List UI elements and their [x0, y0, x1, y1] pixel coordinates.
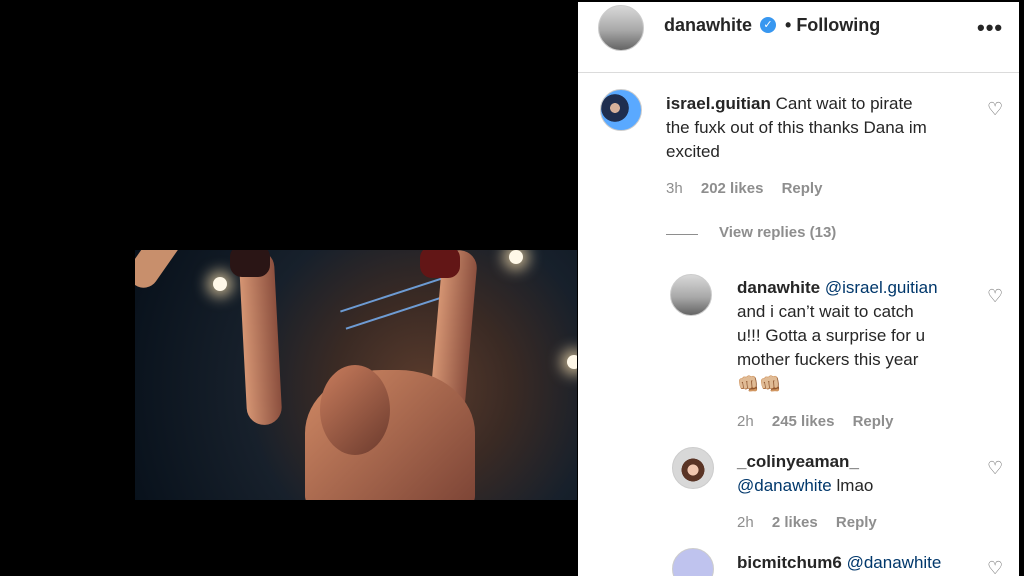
replies-divider: [666, 234, 698, 235]
comment-text: israel.guitian Cant wait to pirate the f…: [666, 94, 927, 161]
boxing-glove-left: [230, 250, 270, 277]
reply-mention[interactable]: @danawhite: [847, 553, 942, 572]
reply-avatar[interactable]: [670, 274, 712, 316]
reply-meta: 2h 245 likes Reply: [737, 413, 894, 430]
fist-bump-emoji-icon: 👊🏼👊🏼: [737, 374, 782, 394]
verified-badge-icon: ✓: [760, 17, 776, 33]
stage-light: [509, 250, 523, 264]
reply-mention[interactable]: @danawhite: [737, 476, 832, 495]
reply-avatar[interactable]: [672, 548, 714, 576]
boxing-glove-right: [420, 250, 460, 278]
reply-username[interactable]: _colinyeaman_: [737, 452, 859, 471]
post-image[interactable]: [135, 250, 577, 500]
header-username[interactable]: danawhite: [664, 15, 752, 36]
like-heart-icon[interactable]: ♡: [987, 287, 1003, 305]
reply-meta: 2h 2 likes Reply: [737, 514, 877, 531]
fighter-head: [320, 365, 390, 455]
post-header: danawhite ✓ • Following •••: [578, 2, 1019, 73]
comment-avatar[interactable]: [600, 89, 642, 131]
comment-meta: 3h 202 likes Reply: [666, 180, 822, 197]
instagram-comments-panel: danawhite ✓ • Following ••• israel.guiti…: [578, 2, 1019, 576]
reply-username[interactable]: bicmitchum6: [737, 553, 842, 572]
following-status[interactable]: • Following: [785, 15, 880, 36]
reply-mention[interactable]: @israel.guitian: [825, 278, 938, 297]
comment-username[interactable]: israel.guitian: [666, 94, 771, 113]
like-heart-icon[interactable]: ♡: [987, 559, 1003, 576]
reply-username[interactable]: danawhite: [737, 278, 820, 297]
reply-avatar[interactable]: [672, 447, 714, 489]
reply-text: _colinyeaman_ @danawhite lmao: [737, 452, 874, 495]
stage-light: [567, 355, 577, 369]
like-heart-icon[interactable]: ♡: [987, 459, 1003, 477]
view-replies-button[interactable]: View replies (13): [719, 224, 836, 241]
comment-time: 3h: [666, 180, 683, 197]
referee-arm: [135, 250, 219, 294]
profile-avatar[interactable]: [598, 5, 644, 51]
reply-text: danawhite @israel.guitian and i can’t wa…: [737, 278, 938, 394]
reply-text: bicmitchum6 @danawhite: [737, 551, 997, 575]
more-options-icon[interactable]: •••: [977, 15, 1003, 41]
like-heart-icon[interactable]: ♡: [987, 100, 1003, 118]
stage-light: [213, 277, 227, 291]
comment-likes[interactable]: 202 likes: [701, 180, 764, 197]
comment-reply-button[interactable]: Reply: [782, 180, 823, 197]
